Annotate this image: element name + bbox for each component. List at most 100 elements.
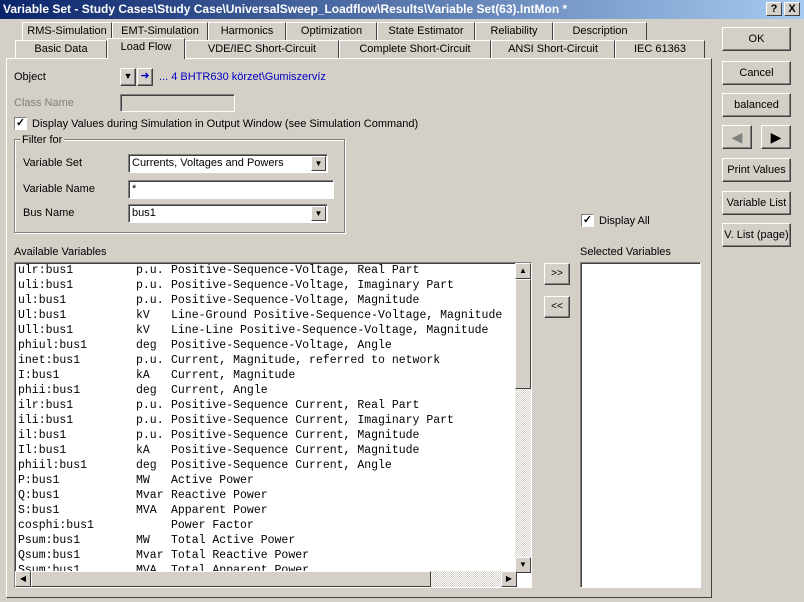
available-variables-label: Available Variables	[14, 246, 107, 258]
tab-vde-iec-short-circuit[interactable]: VDE/IEC Short-Circuit	[185, 40, 339, 58]
variable-unit: p.u.	[136, 294, 164, 307]
bus-name-select[interactable]: bus1 ▼	[128, 204, 328, 223]
variable-rows: ulr:bus1 p.u. Positive-Sequence-Voltage, R…	[15, 263, 531, 578]
tab-state-estimator[interactable]: State Estimator	[377, 22, 475, 40]
tab-reliability[interactable]: Reliability	[475, 22, 553, 40]
scroll-right-icon[interactable]: ▶	[501, 571, 517, 587]
display-all-checkbox[interactable]: ✓	[581, 214, 594, 227]
list-item[interactable]: Q:bus1 Mvar Reactive Power	[15, 488, 531, 503]
variable-unit: p.u.	[136, 279, 164, 292]
display-values-checkbox[interactable]: ✓	[14, 117, 27, 130]
tab-optimization[interactable]: Optimization	[286, 22, 377, 40]
variable-unit: p.u.	[136, 414, 164, 427]
chevron-down-icon[interactable]: ▼	[311, 206, 326, 221]
chevron-down-icon[interactable]: ▼	[311, 156, 326, 171]
selected-variables-list[interactable]	[580, 262, 701, 588]
variable-description: Positive-Sequence-Voltage, Real Part	[171, 264, 420, 277]
list-item[interactable]: S:bus1 MVA Apparent Power	[15, 503, 531, 518]
variable-name-input[interactable]: *	[128, 180, 334, 199]
list-item[interactable]: phiul:bus1 deg Positive-Sequence-Voltage, …	[15, 338, 531, 353]
variable-name: inet:bus1	[18, 354, 81, 367]
variable-set-value: Currents, Voltages and Powers	[132, 157, 284, 169]
variable-unit: kV	[136, 309, 150, 322]
variable-name: Ull:bus1	[18, 324, 74, 337]
class-name-field	[120, 94, 235, 112]
ok-button[interactable]: OK	[722, 27, 791, 51]
selected-variables-label: Selected Variables	[580, 246, 671, 258]
variable-description: Positive-Sequence Current, Magnitude	[171, 444, 420, 457]
tab-harmonics[interactable]: Harmonics	[208, 22, 286, 40]
list-item[interactable]: ilr:bus1 p.u. Positive-Sequence Current, R…	[15, 398, 531, 413]
next-button[interactable]: ▶	[761, 125, 791, 149]
variable-description: Positive-Sequence Current, Imaginary Par…	[171, 414, 454, 427]
variable-description: Active Power	[171, 474, 254, 487]
variable-name: ul:bus1	[18, 294, 67, 307]
list-item[interactable]: ili:bus1 p.u. Positive-Sequence Current, I…	[15, 413, 531, 428]
list-item[interactable]: Il:bus1 kA Positive-Sequence Current, Magn…	[15, 443, 531, 458]
balanced-button[interactable]: balanced	[722, 93, 791, 117]
tab-description[interactable]: Description	[553, 22, 647, 40]
list-item[interactable]: Ul:bus1 kV Line-Ground Positive-Sequence-V…	[15, 308, 531, 323]
available-variables-list[interactable]: ulr:bus1 p.u. Positive-Sequence-Voltage, R…	[14, 262, 532, 588]
tab-ansi-short-circuit[interactable]: ANSI Short-Circuit	[491, 40, 615, 58]
v-list-page-button[interactable]: V. List (page)	[722, 223, 791, 247]
close-button[interactable]: X	[784, 2, 800, 16]
scroll-left-icon[interactable]: ◀	[15, 571, 31, 587]
list-item[interactable]: Psum:bus1 MW Total Active Power	[15, 533, 531, 548]
variable-description: Positive-Sequence Current, Angle	[171, 459, 392, 472]
variable-description: Reactive Power	[171, 489, 268, 502]
list-item[interactable]: I:bus1 kA Current, Magnitude	[15, 368, 531, 383]
list-item[interactable]: ul:bus1 p.u. Positive-Sequence-Voltage, Ma…	[15, 293, 531, 308]
bus-name-value: bus1	[132, 207, 156, 219]
print-values-button[interactable]: Print Values	[722, 158, 791, 182]
variable-description: Total Reactive Power	[171, 549, 310, 562]
variable-unit: kA	[136, 369, 150, 382]
variable-description: Line-Ground Positive-Sequence-Voltage, M…	[171, 309, 503, 322]
tab-rms-simulation[interactable]: RMS-Simulation	[22, 22, 112, 40]
previous-button[interactable]: ◀	[722, 125, 752, 149]
cancel-button[interactable]: Cancel	[722, 61, 791, 85]
list-item[interactable]: il:bus1 p.u. Positive-Sequence Current, Ma…	[15, 428, 531, 443]
hscroll-thumb[interactable]	[31, 571, 431, 587]
scroll-up-icon[interactable]: ▲	[515, 263, 531, 279]
variable-unit: deg	[136, 384, 157, 397]
vertical-scrollbar[interactable]: ▲ ▼	[515, 263, 531, 573]
remove-variable-button[interactable]: <<	[544, 296, 570, 318]
tab-iec-61363[interactable]: IEC 61363	[615, 40, 705, 58]
scroll-down-icon[interactable]: ▼	[515, 557, 531, 573]
variable-unit: p.u.	[136, 429, 164, 442]
variable-unit: MVA	[136, 504, 157, 517]
variable-name: Qsum:bus1	[18, 549, 81, 562]
list-item[interactable]: ulr:bus1 p.u. Positive-Sequence-Voltage, R…	[15, 263, 531, 278]
dropdown-arrow-icon: ▼	[123, 71, 133, 81]
tab-complete-short-circuit[interactable]: Complete Short-Circuit	[339, 40, 491, 58]
add-variable-button[interactable]: >>	[544, 263, 570, 285]
list-item[interactable]: phiil:bus1 deg Positive-Sequence Current, …	[15, 458, 531, 473]
scroll-thumb[interactable]	[515, 279, 531, 389]
tab-load-flow[interactable]: Load Flow	[107, 38, 185, 59]
list-item[interactable]: P:bus1 MW Active Power	[15, 473, 531, 488]
variable-description: Current, Magnitude, referred to network	[171, 354, 441, 367]
right-arrow-icon: ➜	[140, 70, 150, 82]
list-item[interactable]: Ull:bus1 kV Line-Line Positive-Sequence-Vo…	[15, 323, 531, 338]
list-item[interactable]: Qsum:bus1 Mvar Total Reactive Power	[15, 548, 531, 563]
horizontal-scrollbar[interactable]: ◀ ▶	[15, 571, 517, 587]
variable-set-select[interactable]: Currents, Voltages and Powers ▼	[128, 154, 328, 173]
select-object-dropdown[interactable]: ▼	[120, 68, 136, 86]
jump-to-object-button[interactable]: ➜	[137, 68, 153, 86]
tab-basic-data[interactable]: Basic Data	[15, 40, 107, 58]
object-link[interactable]: ... 4 BHTR630 körzet\Gumiszervíz	[159, 71, 326, 83]
variable-unit: p.u.	[136, 264, 164, 277]
variable-unit: p.u.	[136, 399, 164, 412]
list-item[interactable]: inet:bus1 p.u. Current, Magnitude, referre…	[15, 353, 531, 368]
left-triangle-icon: ◀	[731, 129, 743, 145]
list-item[interactable]: uli:bus1 p.u. Positive-Sequence-Voltage, I…	[15, 278, 531, 293]
variable-unit: deg	[136, 339, 157, 352]
list-item[interactable]: cosphi:bus1 Power Factor	[15, 518, 531, 533]
variable-name: ili:bus1	[18, 414, 74, 427]
variable-description: Line-Line Positive-Sequence-Voltage, Mag…	[171, 324, 489, 337]
help-button[interactable]: ?	[766, 2, 782, 16]
class-name-label: Class Name	[14, 97, 74, 109]
list-item[interactable]: phii:bus1 deg Current, Angle	[15, 383, 531, 398]
variable-list-button[interactable]: Variable List	[722, 191, 791, 215]
